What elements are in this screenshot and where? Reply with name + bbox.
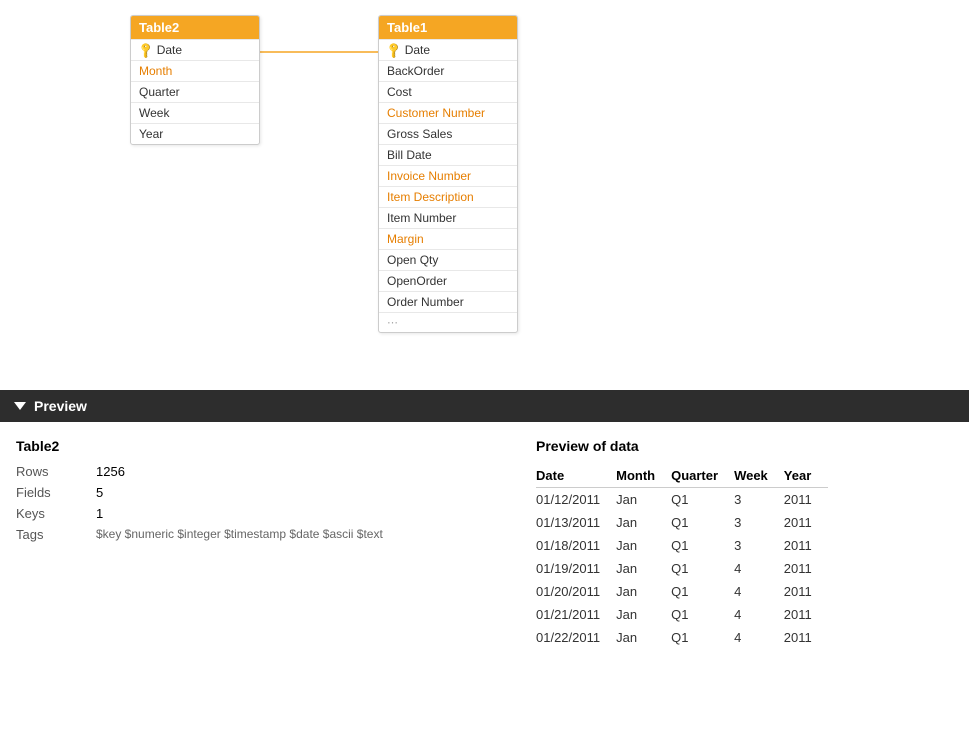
table1-field-open-qty[interactable]: Open Qty [379, 249, 517, 270]
table1-field-cost[interactable]: Cost [379, 81, 517, 102]
data-preview-panel: Preview of data Date Month Quarter Week … [536, 438, 953, 649]
fields-label: Fields [16, 485, 96, 500]
table-cell: 2011 [784, 626, 828, 649]
col-date: Date [536, 464, 616, 488]
tags-label: Tags [16, 527, 96, 542]
table1-field-backorder[interactable]: BackOrder [379, 60, 517, 81]
table-cell: Q1 [671, 488, 734, 512]
table-cell: 3 [734, 488, 784, 512]
table1-field-customer-number[interactable]: Customer Number [379, 102, 517, 123]
table1-field-date[interactable]: 🔑 Date [379, 39, 517, 60]
preview-label: Preview [34, 398, 87, 414]
table-cell: 2011 [784, 580, 828, 603]
table-cell: Q1 [671, 626, 734, 649]
table1-field-bill-date[interactable]: Bill Date [379, 144, 517, 165]
table2-box: Table2 🔑 Date Month Quarter Week Year [130, 15, 260, 145]
key-icon: 🔑 [136, 41, 155, 60]
table-cell: Q1 [671, 603, 734, 626]
table1-field-more: ⋯ [379, 312, 517, 332]
table2-field-quarter[interactable]: Quarter [131, 81, 259, 102]
table-cell: 4 [734, 557, 784, 580]
table-cell: Jan [616, 488, 671, 512]
table1-field-invoice-number[interactable]: Invoice Number [379, 165, 517, 186]
table-cell: Q1 [671, 511, 734, 534]
table-cell: 2011 [784, 534, 828, 557]
table-row: 01/21/2011JanQ142011 [536, 603, 828, 626]
table-cell: 4 [734, 580, 784, 603]
data-preview-title: Preview of data [536, 438, 953, 454]
info-row-rows: Rows 1256 [16, 464, 496, 479]
table1-field-openorder[interactable]: OpenOrder [379, 270, 517, 291]
key-icon-t1: 🔑 [384, 41, 403, 60]
table1-header: Table1 [379, 16, 517, 39]
table-row: 01/13/2011JanQ132011 [536, 511, 828, 534]
col-week: Week [734, 464, 784, 488]
table-cell: 01/18/2011 [536, 534, 616, 557]
preview-content: Table2 Rows 1256 Fields 5 Keys 1 Tags $k… [0, 422, 969, 665]
table2-field-date[interactable]: 🔑 Date [131, 39, 259, 60]
keys-value: 1 [96, 506, 103, 521]
table2-field-year[interactable]: Year [131, 123, 259, 144]
table-cell: 2011 [784, 557, 828, 580]
table-info-title: Table2 [16, 438, 496, 454]
table-cell: 2011 [784, 488, 828, 512]
table-cell: Jan [616, 534, 671, 557]
table-cell: Q1 [671, 534, 734, 557]
tags-value: $key $numeric $integer $timestamp $date … [96, 527, 383, 542]
table-cell: 01/20/2011 [536, 580, 616, 603]
table-cell: Jan [616, 580, 671, 603]
data-table: Date Month Quarter Week Year 01/12/2011J… [536, 464, 828, 649]
table-row: 01/19/2011JanQ142011 [536, 557, 828, 580]
table-row: 01/12/2011JanQ132011 [536, 488, 828, 512]
table-cell: 4 [734, 603, 784, 626]
preview-header: Preview [0, 390, 969, 422]
table-cell: Jan [616, 557, 671, 580]
table-cell: 01/19/2011 [536, 557, 616, 580]
table1-field-item-description[interactable]: Item Description [379, 186, 517, 207]
table2-field-week[interactable]: Week [131, 102, 259, 123]
table-cell: 3 [734, 511, 784, 534]
diagram-area: Table2 🔑 Date Month Quarter Week Year Ta… [0, 0, 969, 390]
col-month: Month [616, 464, 671, 488]
table1-field-item-number[interactable]: Item Number [379, 207, 517, 228]
table-cell: 01/21/2011 [536, 603, 616, 626]
table-info-panel: Table2 Rows 1256 Fields 5 Keys 1 Tags $k… [16, 438, 496, 649]
table-cell: Q1 [671, 557, 734, 580]
table-row: 01/18/2011JanQ132011 [536, 534, 828, 557]
info-row-tags: Tags $key $numeric $integer $timestamp $… [16, 527, 496, 542]
table-cell: 2011 [784, 511, 828, 534]
col-year: Year [784, 464, 828, 488]
rows-value: 1256 [96, 464, 125, 479]
table1-field-gross-sales[interactable]: Gross Sales [379, 123, 517, 144]
table2-header: Table2 [131, 16, 259, 39]
table-cell: 2011 [784, 603, 828, 626]
table1-field-order-number[interactable]: Order Number [379, 291, 517, 312]
table-cell: Jan [616, 603, 671, 626]
table-cell: 01/22/2011 [536, 626, 616, 649]
col-quarter: Quarter [671, 464, 734, 488]
table-cell: Q1 [671, 580, 734, 603]
info-row-fields: Fields 5 [16, 485, 496, 500]
info-row-keys: Keys 1 [16, 506, 496, 521]
table-header-row: Date Month Quarter Week Year [536, 464, 828, 488]
table-cell: 3 [734, 534, 784, 557]
table1-box: Table1 🔑 Date BackOrder Cost Customer Nu… [378, 15, 518, 333]
table1-field-margin[interactable]: Margin [379, 228, 517, 249]
rows-label: Rows [16, 464, 96, 479]
table-row: 01/22/2011JanQ142011 [536, 626, 828, 649]
table-cell: Jan [616, 511, 671, 534]
table-row: 01/20/2011JanQ142011 [536, 580, 828, 603]
table-cell: Jan [616, 626, 671, 649]
table2-field-month[interactable]: Month [131, 60, 259, 81]
fields-value: 5 [96, 485, 103, 500]
table-cell: 01/12/2011 [536, 488, 616, 512]
table-cell: 01/13/2011 [536, 511, 616, 534]
keys-label: Keys [16, 506, 96, 521]
table-cell: 4 [734, 626, 784, 649]
collapse-icon[interactable] [14, 402, 26, 410]
